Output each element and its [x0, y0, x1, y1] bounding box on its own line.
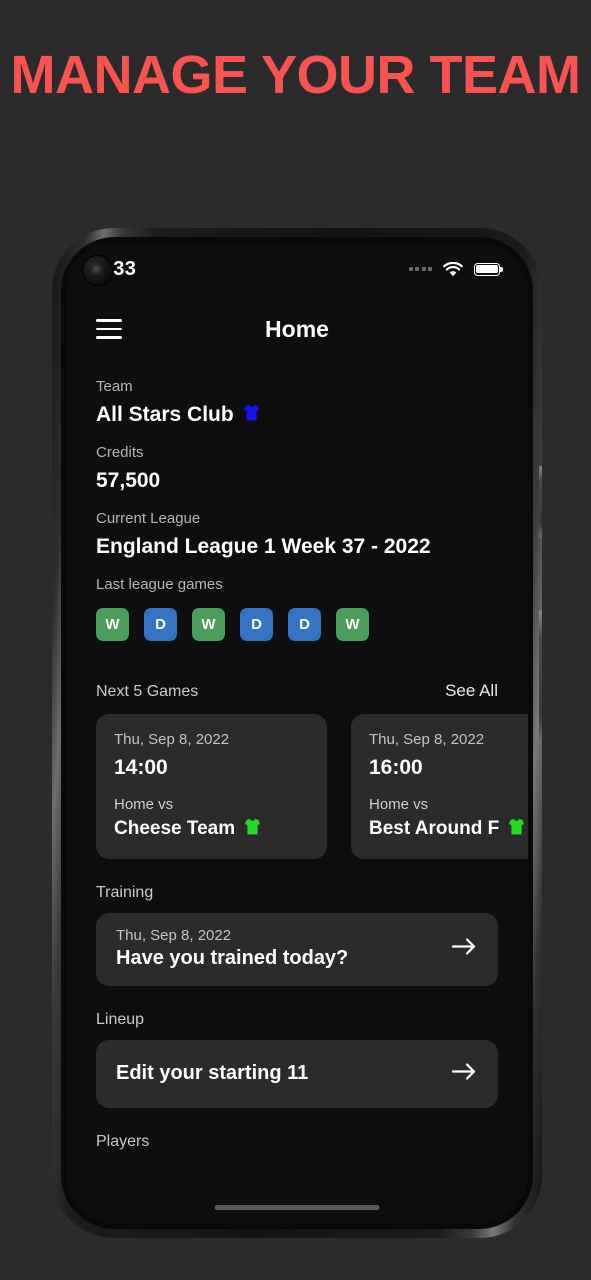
game-opponent: Cheese Team	[114, 817, 236, 839]
game-time: 14:00	[114, 756, 168, 779]
game-card[interactable]: Thu, Sep 8, 2022 14:00 Home vs Cheese Te…	[96, 714, 327, 859]
volume-button[interactable]	[539, 466, 542, 538]
screen-title: Home	[265, 315, 329, 342]
training-card[interactable]: Thu, Sep 8, 2022 Have you trained today?	[96, 913, 498, 986]
last-games-label: Last league games	[96, 576, 223, 593]
status-icons	[408, 261, 503, 277]
lineup-title: Lineup	[96, 1011, 145, 1028]
tshirt-icon	[507, 817, 526, 840]
phone-bezel: 2.33 Home Team All Stars Club Credits 57…	[61, 237, 533, 1229]
lineup-card[interactable]: Edit your starting 11	[96, 1040, 498, 1108]
power-button[interactable]	[539, 610, 542, 742]
training-prompt: Have you trained today?	[116, 947, 349, 969]
form-badge: W	[192, 608, 225, 641]
game-date: Thu, Sep 8, 2022	[114, 731, 230, 748]
training-title: Training	[96, 884, 154, 901]
team-name: All Stars Club	[96, 403, 234, 426]
credits-label: Credits	[96, 444, 144, 461]
game-venue: Home vs	[114, 796, 174, 813]
game-opponent-row: Cheese Team	[114, 817, 309, 840]
game-card[interactable]: Thu, Sep 8, 2022 16:00 Home vs Best Arou…	[351, 714, 528, 859]
battery-full-icon	[474, 262, 503, 276]
current-league-label: Current League	[96, 510, 201, 527]
next-games-title: Next 5 Games	[96, 683, 199, 700]
game-date: Thu, Sep 8, 2022	[369, 731, 485, 748]
arrow-right-icon	[451, 1060, 478, 1087]
form-badge: D	[288, 608, 321, 641]
players-title: Players	[96, 1133, 150, 1150]
team-name-row: All Stars Club	[96, 401, 498, 428]
game-opponent-row: Best Around F	[369, 817, 528, 840]
phone-screen: 2.33 Home Team All Stars Club Credits 57…	[66, 242, 528, 1224]
form-badge: D	[240, 608, 273, 641]
wifi-icon	[443, 261, 463, 277]
team-label: Team	[96, 378, 133, 395]
credits-value: 57,500	[96, 469, 161, 492]
see-all-link[interactable]: See All	[445, 681, 498, 701]
form-badge: W	[96, 608, 129, 641]
tshirt-icon	[243, 817, 262, 840]
home-indicator[interactable]	[214, 1205, 380, 1210]
arrow-right-icon	[451, 935, 478, 962]
current-league-value: England League 1 Week 37 - 2022	[96, 535, 431, 558]
phone-frame: 2.33 Home Team All Stars Club Credits 57…	[52, 228, 542, 1238]
status-bar: 2.33	[66, 242, 528, 296]
next-games-header: Next 5 Games See All	[96, 681, 498, 701]
form-badge: D	[144, 608, 177, 641]
game-venue: Home vs	[369, 796, 429, 813]
app-header: Home	[66, 296, 528, 362]
next-games-list[interactable]: Thu, Sep 8, 2022 14:00 Home vs Cheese Te…	[96, 714, 528, 859]
game-opponent: Best Around F	[369, 817, 500, 839]
tshirt-icon	[242, 403, 261, 426]
lineup-action: Edit your starting 11	[116, 1062, 309, 1084]
form-badges: W D W D D W	[96, 608, 498, 641]
page-title: MANAGE YOUR TEAM	[10, 45, 581, 105]
form-badge: W	[336, 608, 369, 641]
promo-screenshot: MANAGE YOUR TEAM 2.33 Home Team All Star…	[0, 0, 591, 1280]
home-content: Team All Stars Club Credits 57,500 Curre…	[66, 377, 528, 1151]
training-date: Thu, Sep 8, 2022	[116, 927, 232, 944]
game-time: 16:00	[369, 756, 423, 779]
front-camera-cutout	[83, 256, 112, 285]
signal-dots-icon	[408, 267, 432, 271]
